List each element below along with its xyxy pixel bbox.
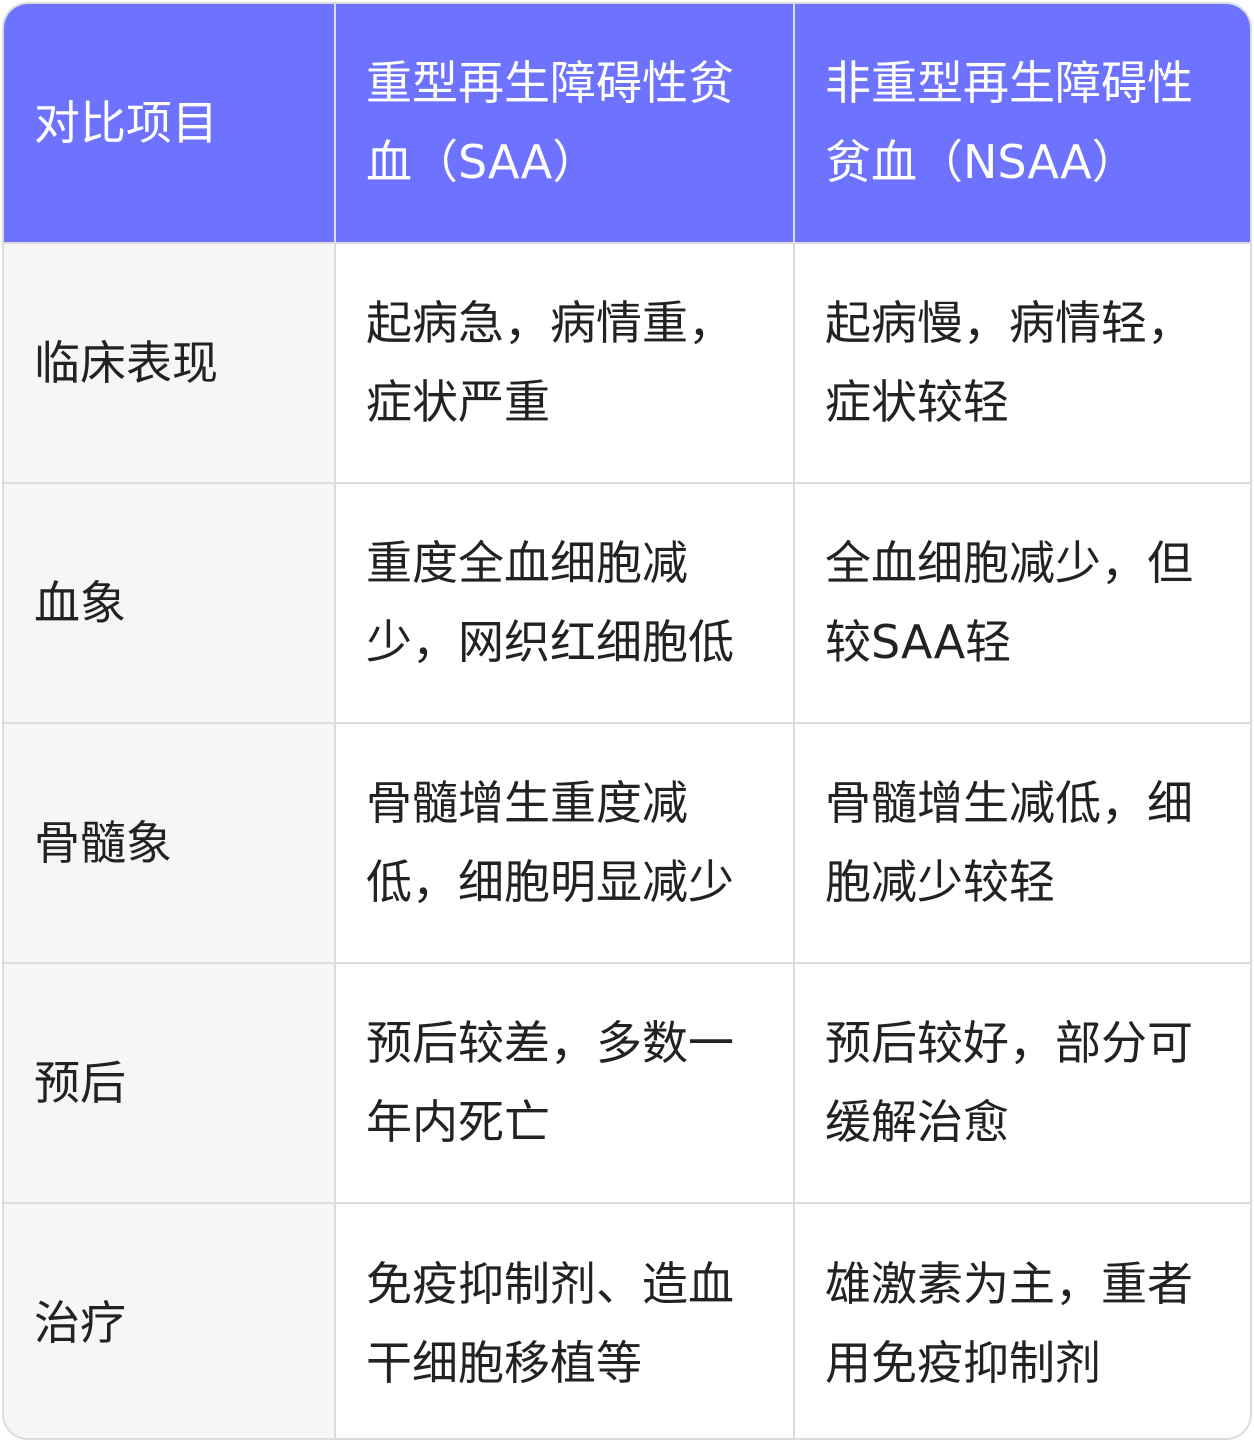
saa-cell: 起病急，病情重，症状严重 [334, 242, 795, 484]
header-cell-saa: 重型再生障碍性贫血（SAA） [334, 4, 795, 244]
table-row: 血象 重度全血细胞减少，网织红细胞低 全血细胞减少，但较SAA轻 [4, 482, 1250, 724]
table-row: 治疗 免疫抑制剂、造血干细胞移植等 雄激素为主，重者用免疫抑制剂 [4, 1202, 1250, 1438]
nsaa-cell: 全血细胞减少，但较SAA轻 [793, 482, 1250, 724]
comparison-table-container: 对比项目 重型再生障碍性贫血（SAA） 非重型再生障碍性贫血（NSAA） 临床表… [2, 2, 1252, 1440]
saa-cell: 预后较差，多数一年内死亡 [334, 962, 795, 1204]
table-row: 预后 预后较差，多数一年内死亡 预后较好，部分可缓解治愈 [4, 962, 1250, 1204]
nsaa-cell: 雄激素为主，重者用免疫抑制剂 [793, 1202, 1250, 1438]
row-label: 血象 [4, 482, 336, 724]
table-row: 临床表现 起病急，病情重，症状严重 起病慢，病情轻，症状较轻 [4, 242, 1250, 484]
table-row: 骨髓象 骨髓增生重度减低，细胞明显减少 骨髓增生减低，细胞减少较轻 [4, 722, 1250, 964]
nsaa-cell: 骨髓增生减低，细胞减少较轻 [793, 722, 1250, 964]
saa-cell: 重度全血细胞减少，网织红细胞低 [334, 482, 795, 724]
comparison-table: 对比项目 重型再生障碍性贫血（SAA） 非重型再生障碍性贫血（NSAA） 临床表… [4, 4, 1250, 1438]
nsaa-cell: 预后较好，部分可缓解治愈 [793, 962, 1250, 1204]
saa-cell: 免疫抑制剂、造血干细胞移植等 [334, 1202, 795, 1438]
row-label: 骨髓象 [4, 722, 336, 964]
row-label: 临床表现 [4, 242, 336, 484]
saa-cell: 骨髓增生重度减低，细胞明显减少 [334, 722, 795, 964]
nsaa-cell: 起病慢，病情轻，症状较轻 [793, 242, 1250, 484]
row-label: 预后 [4, 962, 336, 1204]
table-header-row: 对比项目 重型再生障碍性贫血（SAA） 非重型再生障碍性贫血（NSAA） [4, 4, 1250, 244]
row-label: 治疗 [4, 1202, 336, 1438]
header-cell-nsaa: 非重型再生障碍性贫血（NSAA） [793, 4, 1250, 244]
header-cell-item: 对比项目 [4, 4, 336, 244]
